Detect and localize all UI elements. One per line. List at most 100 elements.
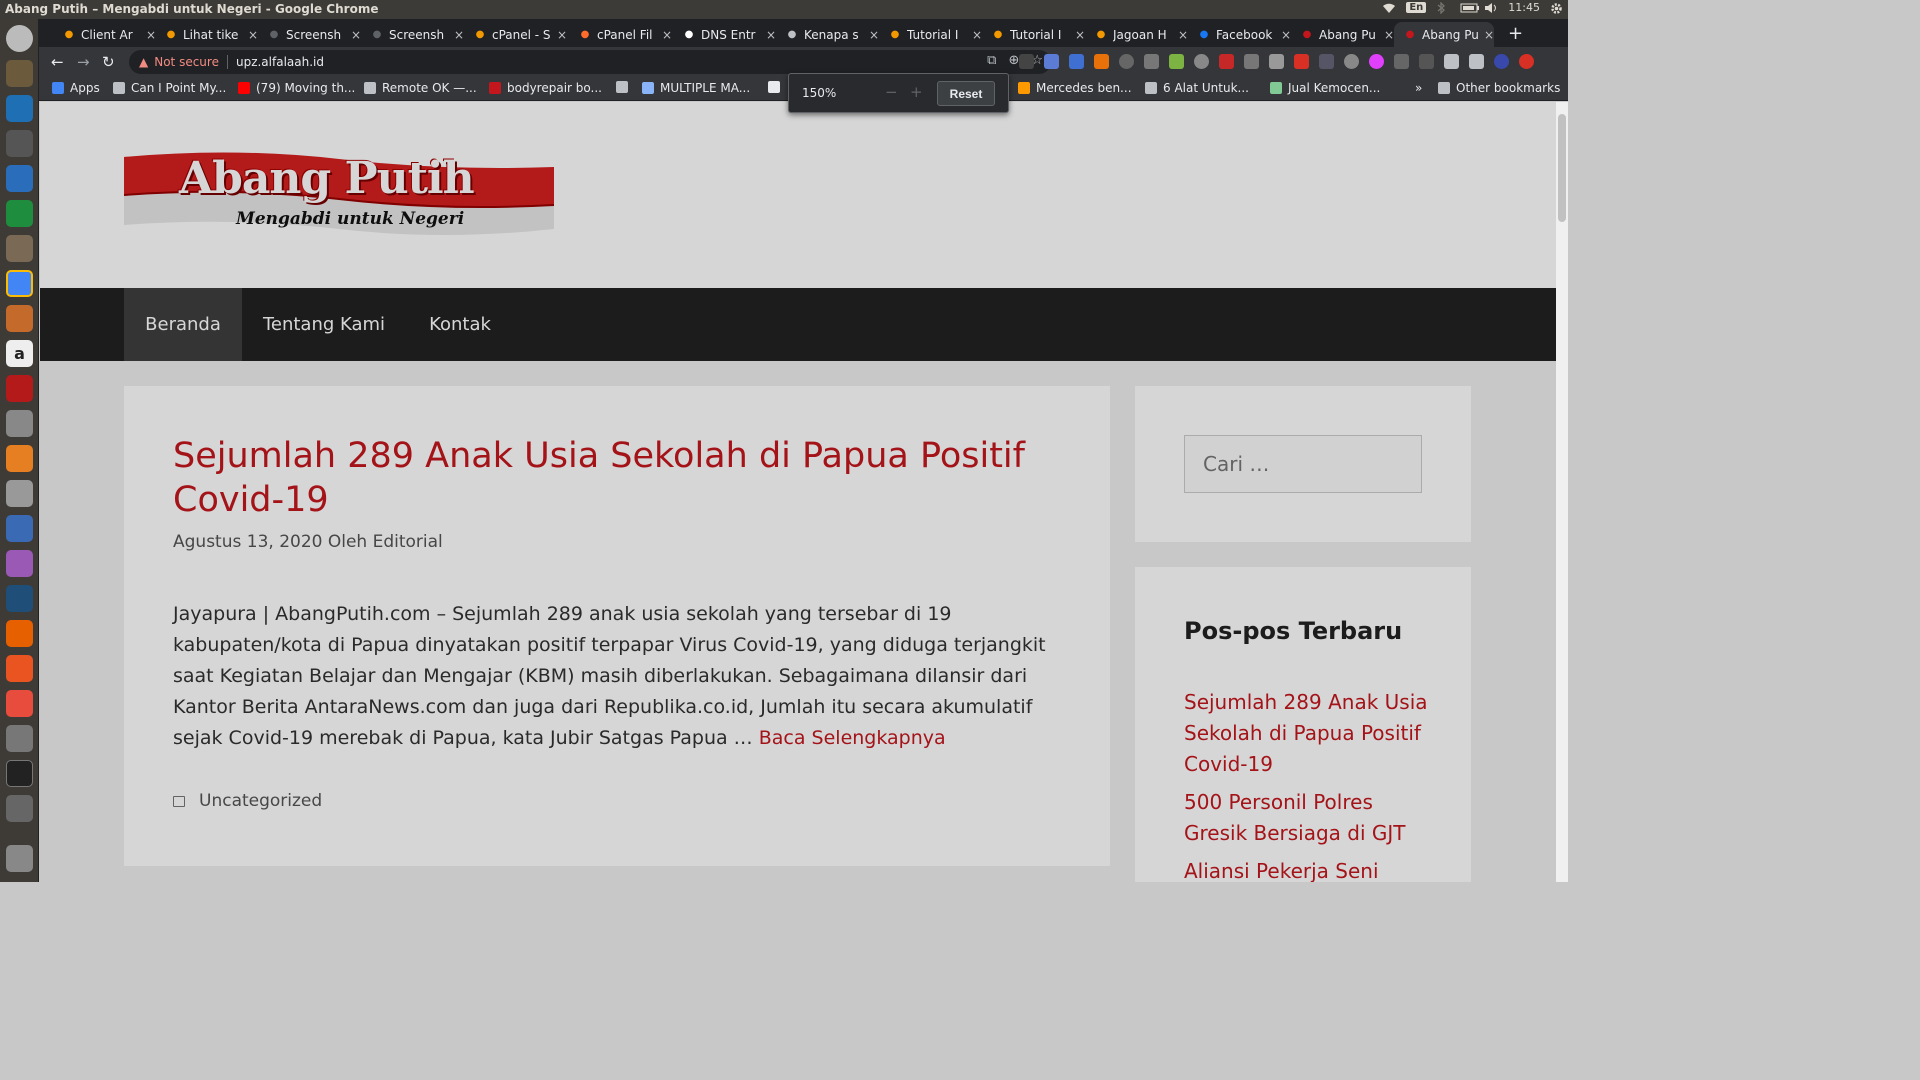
terminal-icon[interactable] [6,760,33,787]
close-tab-icon[interactable]: × [1384,28,1394,42]
inkscape-icon[interactable] [6,130,33,157]
category-link[interactable]: Uncategorized [199,791,322,811]
vscode-icon[interactable] [6,95,33,122]
zoom-out-button[interactable]: − [885,83,898,101]
chrome-icon[interactable] [6,270,33,297]
search-input[interactable]: Cari … [1184,435,1422,493]
browser-tab[interactable]: ● Client Ar × [53,22,156,47]
close-tab-icon[interactable]: × [1075,28,1085,42]
nav-item-kontak[interactable]: Kontak [406,288,514,361]
zoom-icon[interactable]: ⊕ [1008,53,1019,68]
vlc-icon[interactable] [6,445,33,472]
files-icon[interactable] [6,235,33,262]
browser-tab[interactable]: ● cPanel - S × [464,22,567,47]
wifi-icon[interactable] [1382,2,1396,14]
battery-icon[interactable] [1460,2,1480,14]
bluetooth-icon[interactable] [1436,0,1450,15]
software-center-icon[interactable] [6,655,33,682]
dash-home-icon[interactable] [6,25,33,52]
calculator-icon[interactable] [6,725,33,752]
close-tab-icon[interactable]: × [1281,28,1291,42]
bookmark-item[interactable]: Mercedes ben... [1018,81,1132,95]
close-tab-icon[interactable]: × [869,28,879,42]
volume-icon[interactable] [1484,2,1498,14]
window-app-icon[interactable] [6,550,33,577]
amazon-icon[interactable]: a [6,340,33,367]
trash-icon[interactable] [6,845,33,872]
translate-icon[interactable]: ⧉ [987,53,996,68]
browser-tab[interactable]: ● cPanel Fil × [569,22,672,47]
bookmarks-overflow-chevron-icon[interactable]: » [1415,81,1422,95]
page-scrollbar[interactable] [1556,102,1568,882]
site-logo[interactable]: Abang Putih Mengabdi untuk Negeri [124,149,554,239]
extension-translate-icon[interactable] [1044,54,1059,69]
sublime-text-icon[interactable] [6,60,33,87]
profile-avatar[interactable] [1494,54,1509,69]
close-tab-icon[interactable]: × [1484,28,1494,42]
extension-cloud-icon[interactable] [1394,54,1409,69]
writer-icon[interactable] [6,165,33,192]
screenshot-tool-icon[interactable] [6,795,33,822]
forward-button[interactable]: → [77,53,90,71]
bookmark-item[interactable]: Jual Kemocen... [1270,81,1380,95]
settings-gear-icon[interactable] [1550,2,1564,14]
warning-icon[interactable]: ▲ [139,55,148,69]
firefox-icon[interactable] [6,620,33,647]
extension-sun-icon[interactable] [1419,54,1434,69]
browser-tab[interactable]: ● Abang Pu × [1291,22,1394,47]
browser-tab[interactable]: ● DNS Entr × [673,22,776,47]
extensions-puzzle-icon[interactable] [1444,54,1459,69]
recent-post-link[interactable]: 500 Personil Polres Gresik Bersiaga di G… [1184,787,1434,849]
browser-tab[interactable]: ● Tutorial I × [982,22,1085,47]
extension-lock-icon[interactable] [1094,54,1109,69]
remote-desktop-icon[interactable] [6,515,33,542]
extension-filter-icon[interactable] [1269,54,1284,69]
extension-window-icon[interactable] [1069,54,1084,69]
browser-tab[interactable]: ● Screensh × [258,22,361,47]
filezilla-icon[interactable] [6,375,33,402]
bookmark-item[interactable]: Remote OK —... [364,81,477,95]
browser-tab[interactable]: ● Lihat tike × [155,22,258,47]
zoom-in-button[interactable]: + [910,83,923,101]
bookmark-item[interactable]: 6 Alat Untuk... [1145,81,1249,95]
nav-item-tentang-kami[interactable]: Tentang Kami [242,288,406,361]
document-viewer-icon[interactable] [6,305,33,332]
update-menu-icon[interactable] [1519,54,1534,69]
extension-color-icon[interactable] [1369,54,1384,69]
close-tab-icon[interactable]: × [557,28,567,42]
close-tab-icon[interactable]: × [662,28,672,42]
close-tab-icon[interactable]: × [766,28,776,42]
bookmark-item[interactable]: MULTIPLE MA... [642,81,750,95]
back-button[interactable]: ← [51,53,64,71]
bookmark-item[interactable]: Apps [52,81,100,95]
system-tools-icon[interactable] [6,410,33,437]
reading-list-icon[interactable] [1469,54,1484,69]
compass-icon[interactable] [6,690,33,717]
reload-button[interactable]: ↻ [102,53,115,71]
mysql-workbench-icon[interactable] [6,585,33,612]
bookmark-item[interactable] [768,81,786,93]
browser-tab[interactable]: ● Facebook × [1188,22,1291,47]
extension-chrome-icon[interactable] [1344,54,1359,69]
clock[interactable]: 11:45 [1508,1,1540,14]
security-status[interactable]: Not secure [154,55,219,69]
extension-badge-icon[interactable] [1294,54,1309,69]
browser-tab[interactable]: ● Jagoan H × [1085,22,1188,47]
url-text[interactable]: upz.alfalaah.id [236,55,324,69]
close-tab-icon[interactable]: × [351,28,361,42]
nav-item-beranda[interactable]: Beranda [124,288,242,361]
extension-new-icon[interactable] [1319,54,1334,69]
extension-camera-icon[interactable] [1244,54,1259,69]
read-more-link[interactable]: Baca Selengkapnya [759,727,946,749]
address-bar[interactable]: ▲ Not secure upz.alfalaah.id ⧉ ⊕ ☆ [129,50,1051,74]
calc-icon[interactable] [6,200,33,227]
browser-tab[interactable]: ● Tutorial I × [879,22,982,47]
extension-globe-icon[interactable] [1194,54,1209,69]
recent-post-link[interactable]: Sejumlah 289 Anak Usia Sekolah di Papua … [1184,687,1434,780]
other-bookmarks-folder[interactable]: Other bookmarks [1438,81,1560,95]
recent-post-link[interactable]: Aliansi Pekerja Seni [1184,856,1434,882]
extension-grid-icon[interactable] [1144,54,1159,69]
system-settings-icon[interactable] [6,480,33,507]
browser-tab[interactable]: ● Screensh × [361,22,464,47]
article-title-link[interactable]: Sejumlah 289 Anak Usia Sekolah di Papua … [173,434,1053,522]
